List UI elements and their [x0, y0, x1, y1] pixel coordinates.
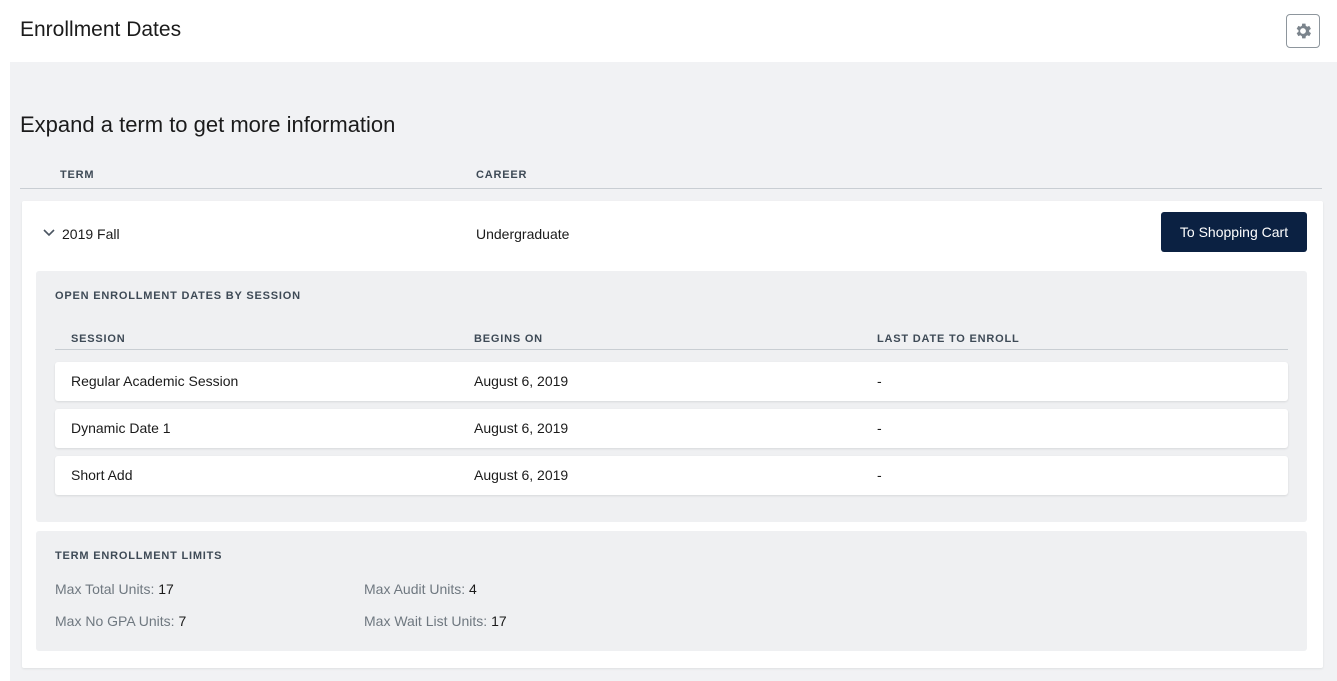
max-total-units-value: 17: [158, 581, 174, 597]
session-name: Short Add: [71, 467, 133, 483]
session-last-date: -: [877, 373, 882, 389]
max-audit-units-value: 4: [469, 581, 477, 597]
session-dates-panel: OPEN ENROLLMENT DATES BY SESSION SESSION…: [36, 271, 1307, 522]
max-wait-list-units: Max Wait List Units: 17: [364, 613, 507, 629]
session-last-date: -: [877, 467, 882, 483]
header-divider: [20, 188, 1322, 189]
chevron-down-icon[interactable]: [42, 226, 56, 240]
page-header: Enrollment Dates: [0, 0, 1337, 62]
to-shopping-cart-button[interactable]: To Shopping Cart: [1161, 212, 1307, 252]
section-heading: Expand a term to get more information: [20, 112, 396, 137]
session-dates-label: OPEN ENROLLMENT DATES BY SESSION: [55, 290, 301, 302]
page-title: Enrollment Dates: [20, 18, 182, 41]
settings-button[interactable]: [1286, 14, 1320, 48]
main-panel: Expand a term to get more information TE…: [10, 62, 1337, 681]
session-name: Dynamic Date 1: [71, 420, 171, 436]
max-audit-units: Max Audit Units: 4: [364, 581, 477, 597]
column-header-last-date: LAST DATE TO ENROLL: [877, 333, 1020, 345]
max-wait-list-units-label: Max Wait List Units:: [364, 613, 488, 629]
session-row: Regular Academic Session August 6, 2019 …: [55, 362, 1288, 401]
column-header-career: CAREER: [476, 169, 528, 181]
max-wait-list-units-value: 17: [491, 613, 507, 629]
term-name[interactable]: 2019 Fall: [62, 226, 120, 242]
max-no-gpa-units-value: 7: [178, 613, 187, 629]
term-row: 2019 Fall Undergraduate To Shopping Cart…: [22, 201, 1323, 668]
session-begins-on: August 6, 2019: [474, 467, 569, 483]
max-total-units-label: Max Total Units:: [55, 581, 155, 597]
gear-icon: [1296, 23, 1311, 39]
session-begins-on: August 6, 2019: [474, 373, 569, 389]
enrollment-limits-label: TERM ENROLLMENT LIMITS: [55, 550, 223, 562]
enrollment-limits-panel: TERM ENROLLMENT LIMITS Max Total Units: …: [36, 531, 1307, 651]
max-no-gpa-units-label: Max No GPA Units:: [55, 613, 175, 629]
column-header-begins-on: BEGINS ON: [474, 333, 543, 345]
max-audit-units-label: Max Audit Units:: [364, 581, 466, 597]
session-begins-on: August 6, 2019: [474, 420, 569, 436]
session-last-date: -: [877, 420, 882, 436]
column-header-session: SESSION: [71, 333, 126, 345]
session-row: Dynamic Date 1 August 6, 2019 -: [55, 409, 1288, 448]
max-total-units: Max Total Units: 17: [55, 581, 174, 597]
session-row: Short Add August 6, 2019 -: [55, 456, 1288, 495]
session-header-divider: [55, 349, 1288, 350]
session-name: Regular Academic Session: [71, 373, 239, 389]
term-career: Undergraduate: [476, 226, 570, 242]
column-header-term: TERM: [60, 169, 95, 181]
max-no-gpa-units: Max No GPA Units: 7: [55, 613, 186, 629]
